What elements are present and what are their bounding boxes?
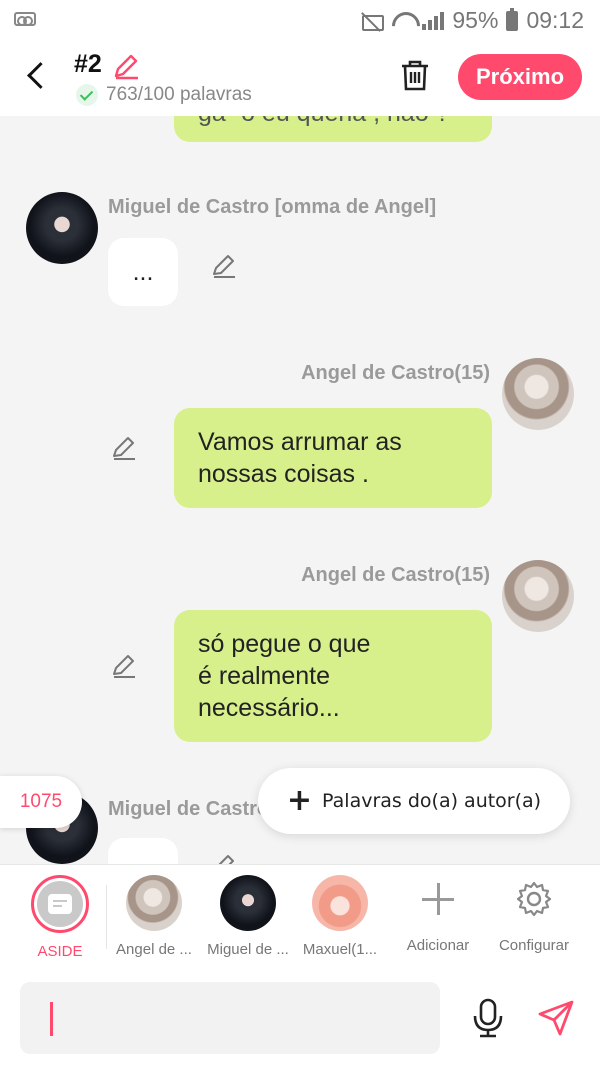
aside-icon	[31, 875, 89, 933]
message-bubble[interactable]: ga- o eu queria , não ?	[174, 116, 492, 142]
word-count: 763/100 palavras	[76, 84, 252, 106]
voicemail-icon	[14, 12, 36, 26]
author-words-button[interactable]: + Palavras do(a) autor(a)	[258, 768, 570, 834]
character-bar: ASIDE Angel de ... Miguel de ... Maxuel(…	[0, 864, 600, 972]
avatar[interactable]	[502, 358, 574, 430]
message-bubble[interactable]	[108, 838, 178, 864]
send-icon[interactable]	[536, 998, 576, 1038]
character-maxuel[interactable]: Maxuel(1...	[294, 875, 386, 958]
character-angel[interactable]: Angel de ...	[108, 875, 200, 958]
character-label: Maxuel(1...	[302, 941, 378, 958]
message-input[interactable]	[20, 982, 440, 1054]
text-caret	[50, 1002, 53, 1036]
microphone-icon[interactable]	[470, 998, 506, 1038]
avatar	[126, 875, 182, 931]
message-author: Angel de Castro(15)	[301, 362, 490, 384]
message-bubble[interactable]: só pegue o que é realmente necessário...	[174, 610, 492, 742]
plus-icon: +	[286, 783, 313, 818]
edit-title-icon[interactable]	[112, 52, 140, 80]
message-bubble[interactable]: ...	[108, 238, 178, 306]
word-count-text: 763/100 palavras	[106, 84, 252, 105]
message-bubble[interactable]: Vamos arrumar as nossas coisas .	[174, 408, 492, 508]
plus-icon	[418, 879, 458, 919]
battery-percent: 95%	[452, 7, 499, 33]
avatar	[220, 875, 276, 931]
input-bar	[0, 972, 600, 1067]
avatar	[312, 875, 368, 931]
message-author: Miguel de Castro	[108, 798, 270, 820]
avatar[interactable]	[26, 192, 98, 264]
chapter-title: #2	[74, 50, 102, 78]
character-label: Configurar	[498, 937, 570, 954]
edit-message-icon[interactable]	[110, 434, 138, 462]
message-author: Miguel de Castro [omma de Angel]	[108, 196, 437, 218]
back-icon[interactable]	[22, 60, 52, 90]
divider	[106, 885, 107, 949]
edit-message-icon[interactable]	[210, 252, 238, 280]
author-words-label: Palavras do(a) autor(a)	[322, 790, 542, 812]
header: #2 763/100 palavras Próximo	[0, 42, 600, 116]
chat-area[interactable]: ga- o eu queria , não ? Miguel de Castro…	[0, 116, 600, 864]
character-label: Adicionar	[406, 937, 470, 954]
status-bar: 95% 09:12	[0, 0, 600, 42]
character-label: Miguel de ...	[207, 941, 289, 958]
character-count-badge: 1075	[0, 776, 82, 828]
message-author: Angel de Castro(15)	[301, 564, 490, 586]
clock: 09:12	[526, 7, 584, 33]
character-aside[interactable]: ASIDE	[14, 875, 106, 960]
gear-icon	[516, 881, 552, 917]
trash-icon[interactable]	[398, 58, 432, 92]
edit-message-icon[interactable]	[110, 652, 138, 680]
settings-button[interactable]: Configurar	[488, 875, 580, 954]
check-icon	[76, 84, 98, 106]
next-button[interactable]: Próximo	[458, 54, 582, 100]
mute-icon	[358, 11, 385, 31]
character-label: ASIDE	[37, 943, 83, 960]
signal-icon	[422, 11, 445, 30]
avatar[interactable]	[502, 560, 574, 632]
character-miguel[interactable]: Miguel de ...	[202, 875, 294, 958]
add-character-button[interactable]: Adicionar	[392, 875, 484, 954]
wifi-icon	[392, 12, 414, 30]
edit-message-icon[interactable]	[210, 852, 238, 864]
battery-icon	[506, 7, 519, 31]
character-label: Angel de ...	[116, 941, 192, 958]
